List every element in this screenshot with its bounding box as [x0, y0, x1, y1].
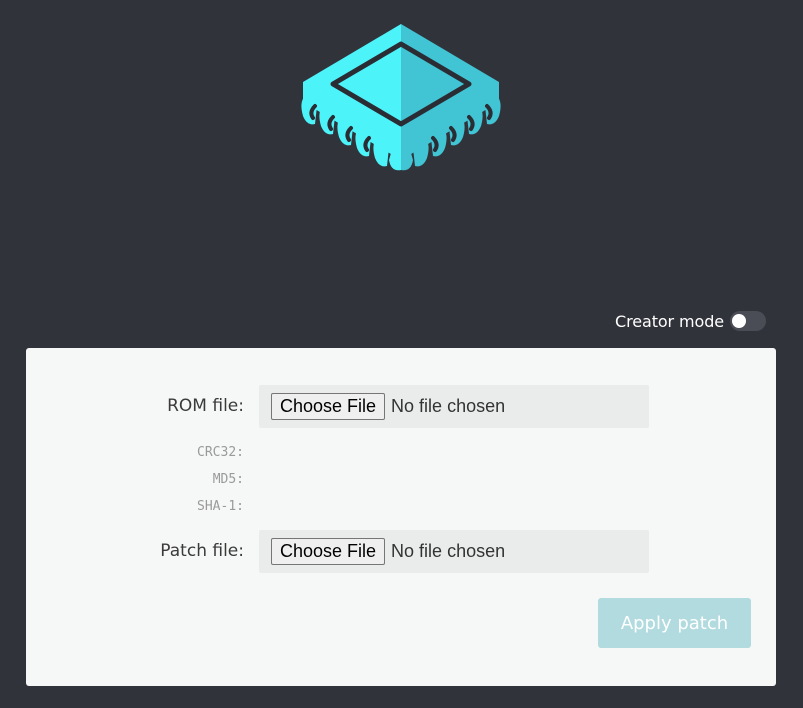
- creator-mode-label: Creator mode: [615, 311, 724, 331]
- rom-file-status: No file chosen: [391, 396, 506, 416]
- creator-mode-toggle[interactable]: [730, 311, 766, 331]
- patch-file-input[interactable]: Choose File No file chosen: [259, 530, 649, 573]
- rom-choose-file-button[interactable]: Choose File: [271, 393, 386, 420]
- rom-file-label: ROM file:: [167, 396, 244, 416]
- patch-choose-file-button[interactable]: Choose File: [271, 538, 386, 565]
- md5-label: MD5:: [212, 472, 244, 487]
- apply-patch-button[interactable]: Apply patch: [598, 598, 751, 648]
- creator-mode-row: Creator mode: [615, 311, 766, 331]
- sha1-label: SHA-1:: [197, 499, 244, 514]
- patcher-panel: ROM file: Choose File No file chosen CRC…: [26, 348, 776, 686]
- patch-file-label: Patch file:: [160, 541, 244, 561]
- rom-file-input[interactable]: Choose File No file chosen: [259, 385, 649, 428]
- toggle-knob: [732, 314, 746, 328]
- chip-logo-icon: [301, 24, 501, 171]
- crc32-label: CRC32:: [197, 445, 244, 460]
- patch-file-status: No file chosen: [391, 541, 506, 561]
